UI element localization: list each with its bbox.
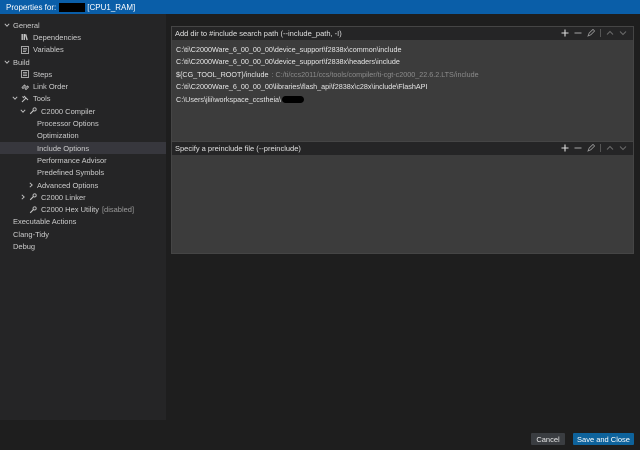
toolbar-separator [600, 29, 601, 37]
sidebar-item-label: Optimization [37, 131, 79, 141]
sidebar-item-label: Link Order [33, 82, 69, 92]
sidebar-item-c2000-compiler[interactable]: C2000 Compiler [0, 105, 166, 117]
sidebar-item-label: General [13, 20, 40, 30]
chevron-right-icon[interactable] [19, 193, 27, 202]
tools-icon [21, 95, 30, 103]
include-path-text: C:\ti\C2000Ware_6_00_00_00\device_suppor… [176, 57, 400, 67]
variables-icon [21, 45, 30, 54]
sidebar-item-label: Debug [13, 241, 36, 251]
link-icon [21, 83, 30, 91]
window-title-prefix: Properties for: [6, 2, 57, 12]
wrench-icon [29, 193, 38, 201]
sidebar-item-label: Steps [33, 69, 53, 79]
cancel-button[interactable]: Cancel [531, 433, 565, 445]
sidebar-item-predefined-symbols[interactable]: Predefined Symbols [0, 167, 166, 179]
sidebar-tree: General Dependencies Variables Build Steps Li… [0, 14, 166, 450]
sidebar-item-advanced-options[interactable]: Advanced Options [0, 179, 166, 191]
sidebar-item-c2000-hex-utility[interactable]: C2000 Hex Utility [disabled] [0, 203, 166, 215]
include-path-row[interactable]: C:\ti\C2000Ware_6_00_00_00\libraries\fla… [172, 81, 633, 94]
remove-icon[interactable] [574, 144, 582, 152]
include-path-row[interactable]: C:\ti\C2000Ware_6_00_00_00\device_suppor… [172, 43, 633, 56]
sidebar-item-c2000-linker[interactable]: C2000 Linker [0, 191, 166, 203]
sidebar-item-label: C2000 Compiler [41, 106, 96, 116]
sidebar-item-label: Processor Options [37, 119, 99, 129]
include-path-panel-title: Add dir to #include search path (--inclu… [175, 29, 342, 38]
sidebar-item-label: Dependencies [33, 32, 81, 42]
sidebar-item-label: Tools [33, 94, 51, 104]
sidebar-item-processor-options[interactable]: Processor Options [0, 117, 166, 129]
main-content: Add dir to #include search path (--inclu… [166, 14, 640, 420]
resolved-path-text: : C:/ti/ccs2011/ccs/tools/compiler/ti-cg… [271, 69, 479, 79]
redacted-folder-name [282, 95, 305, 103]
chevron-right-icon[interactable] [27, 181, 35, 190]
sidebar-item-link-order[interactable]: Link Order [0, 80, 166, 92]
move-up-icon[interactable] [606, 29, 614, 37]
disabled-tag: [disabled] [101, 205, 135, 215]
sidebar-item-label: Advanced Options [37, 180, 99, 190]
window-title-config: [CPU1_RAM] [87, 2, 136, 12]
sidebar-item-include-options[interactable]: Include Options [0, 141, 166, 155]
preinclude-toolbar [561, 144, 627, 152]
wrench-icon [29, 107, 38, 115]
include-path-text: C:\Users\jlii\workspace_ccstheia\ [176, 94, 282, 104]
include-path-list: C:\ti\C2000Ware_6_00_00_00\device_suppor… [172, 40, 633, 106]
include-path-panel: Add dir to #include search path (--inclu… [171, 26, 634, 151]
save-and-close-button[interactable]: Save and Close [573, 433, 634, 445]
dependencies-icon [21, 33, 30, 41]
move-up-icon[interactable] [606, 144, 614, 152]
sidebar-item-label: Variables [33, 45, 64, 55]
chevron-down-icon[interactable] [19, 107, 27, 116]
sidebar-item-clang-tidy[interactable]: Clang-Tidy [0, 228, 166, 240]
include-path-row[interactable]: C:\ti\C2000Ware_6_00_00_00\device_suppor… [172, 56, 633, 69]
edit-icon[interactable] [587, 29, 595, 37]
sidebar-item-dependencies[interactable]: Dependencies [0, 31, 166, 43]
move-down-icon[interactable] [619, 29, 627, 37]
include-path-row[interactable]: C:\Users\jlii\workspace_ccstheia\ [172, 93, 633, 106]
dialog-footer: Cancel Save and Close [0, 420, 640, 450]
include-path-text: ${CG_TOOL_ROOT}/include [176, 69, 269, 79]
sidebar-item-label: Predefined Symbols [37, 168, 105, 178]
sidebar-item-label: Build [13, 57, 30, 67]
chevron-down-icon[interactable] [11, 94, 19, 103]
sidebar-item-label: C2000 Linker [41, 192, 86, 202]
include-path-toolbar [561, 29, 627, 37]
sidebar-item-label: Clang-Tidy [13, 229, 49, 239]
sidebar-item-tools[interactable]: Tools [0, 93, 166, 105]
sidebar-item-steps[interactable]: Steps [0, 68, 166, 80]
edit-icon[interactable] [587, 144, 595, 152]
sidebar-item-label: Executable Actions [13, 217, 77, 227]
sidebar-item-executable-actions[interactable]: Executable Actions [0, 216, 166, 228]
sidebar-item-performance-advisor[interactable]: Performance Advisor [0, 154, 166, 166]
include-path-panel-header: Add dir to #include search path (--inclu… [172, 27, 633, 40]
sidebar-item-debug[interactable]: Debug [0, 240, 166, 252]
chevron-down-icon[interactable] [3, 21, 11, 30]
sidebar-item-label: C2000 Hex Utility [41, 205, 99, 215]
sidebar-item-optimization[interactable]: Optimization [0, 130, 166, 142]
move-down-icon[interactable] [619, 144, 627, 152]
wrench-icon [29, 205, 38, 214]
add-icon[interactable] [561, 144, 569, 152]
include-path-row[interactable]: ${CG_TOOL_ROOT}/include: C:/ti/ccs2011/c… [172, 68, 633, 81]
sidebar-item-variables[interactable]: Variables [0, 44, 166, 56]
remove-icon[interactable] [574, 29, 582, 37]
title-bar: Properties for: [CPU1_RAM] [0, 0, 640, 14]
include-path-text: C:\ti\C2000Ware_6_00_00_00\device_suppor… [176, 44, 402, 54]
sidebar-item-build[interactable]: Build [0, 56, 166, 68]
include-path-text: C:\ti\C2000Ware_6_00_00_00\libraries\fla… [176, 82, 428, 92]
redacted-project-name [59, 2, 86, 12]
sidebar-item-label: Performance Advisor [37, 155, 107, 165]
add-icon[interactable] [561, 29, 569, 37]
preinclude-panel-title: Specify a preinclude file (--preinclude) [175, 144, 301, 153]
sidebar-item-label: Include Options [37, 143, 90, 153]
chevron-down-icon[interactable] [3, 58, 11, 67]
toolbar-separator [600, 144, 601, 152]
sidebar-item-general[interactable]: General [0, 19, 166, 31]
preinclude-panel: Specify a preinclude file (--preinclude) [171, 141, 634, 254]
preinclude-panel-header: Specify a preinclude file (--preinclude) [172, 142, 633, 155]
steps-icon [21, 70, 30, 79]
